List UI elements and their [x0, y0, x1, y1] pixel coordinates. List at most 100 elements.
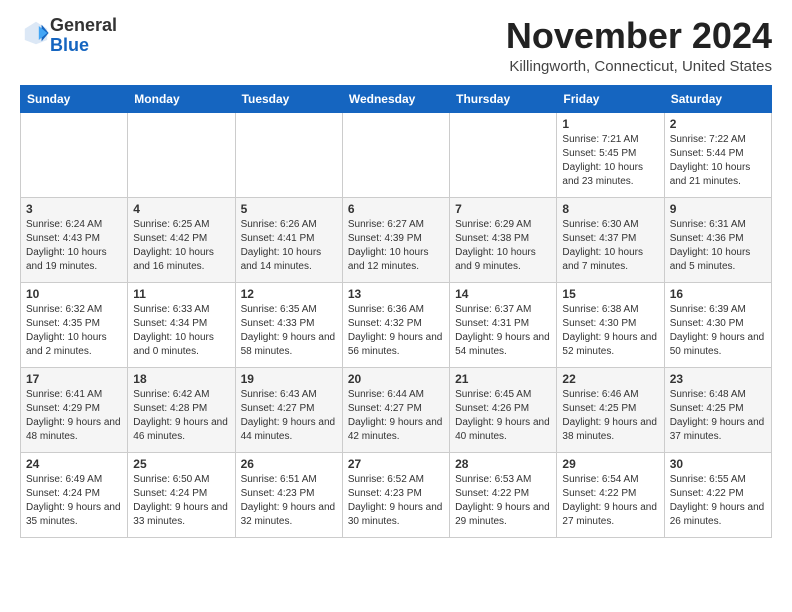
- day-number: 4: [133, 202, 229, 216]
- day-header-monday: Monday: [128, 85, 235, 112]
- calendar-week-row: 1 Sunrise: 7:21 AMSunset: 5:45 PMDaylight…: [21, 112, 772, 197]
- day-info: Sunrise: 6:43 AMSunset: 4:27 PMDaylight:…: [241, 388, 337, 444]
- calendar-cell: 2Sunrise: 7:22 AMSunset: 5:44 PMDaylight…: [664, 112, 771, 197]
- day-info: Sunrise: 6:45 AMSunset: 4:26 PMDaylight:…: [455, 388, 551, 444]
- day-header-saturday: Saturday: [664, 85, 771, 112]
- day-info: Sunrise: 7:21 AMSunset: 5:45 PMDaylight:…: [562, 133, 658, 189]
- logo-icon: [22, 19, 50, 47]
- day-info: Sunrise: 6:55 AMSunset: 4:22 PMDaylight:…: [670, 473, 766, 529]
- title-area: November 2024 Killingworth, Connecticut,…: [506, 16, 772, 75]
- calendar-cell: 23 Sunrise: 6:48 AMSunset: 4:25 PMDayligh…: [664, 367, 771, 452]
- day-number: 28: [455, 457, 551, 471]
- day-number: 2: [670, 117, 766, 131]
- calendar-cell: 29 Sunrise: 6:54 AMSunset: 4:22 PMDayligh…: [557, 452, 664, 537]
- day-info: Sunrise: 6:25 AMSunset: 4:42 PMDaylight:…: [133, 218, 229, 274]
- day-info: Sunrise: 6:48 AMSunset: 4:25 PMDaylight:…: [670, 388, 766, 444]
- calendar-cell: 25 Sunrise: 6:50 AMSunset: 4:24 PMDayligh…: [128, 452, 235, 537]
- calendar-cell: [450, 112, 557, 197]
- day-number: 18: [133, 372, 229, 386]
- month-title: November 2024: [506, 16, 772, 56]
- calendar-cell: 12 Sunrise: 6:35 AMSunset: 4:33 PMDayligh…: [235, 282, 342, 367]
- calendar-cell: 4 Sunrise: 6:25 AMSunset: 4:42 PMDaylight…: [128, 197, 235, 282]
- calendar-cell: [21, 112, 128, 197]
- calendar-cell: [342, 112, 449, 197]
- day-number: 29: [562, 457, 658, 471]
- calendar-week-row: 24 Sunrise: 6:49 AMSunset: 4:24 PMDayligh…: [21, 452, 772, 537]
- calendar-cell: 18 Sunrise: 6:42 AMSunset: 4:28 PMDayligh…: [128, 367, 235, 452]
- day-number: 26: [241, 457, 337, 471]
- day-number: 20: [348, 372, 444, 386]
- day-info: Sunrise: 6:27 AMSunset: 4:39 PMDaylight:…: [348, 218, 444, 274]
- day-number: 19: [241, 372, 337, 386]
- day-number: 21: [455, 372, 551, 386]
- day-info: Sunrise: 6:29 AMSunset: 4:38 PMDaylight:…: [455, 218, 551, 274]
- day-info: Sunrise: 6:36 AMSunset: 4:32 PMDaylight:…: [348, 303, 444, 359]
- calendar-cell: 27Sunrise: 6:52 AMSunset: 4:23 PMDayligh…: [342, 452, 449, 537]
- calendar-week-row: 10Sunrise: 6:32 AMSunset: 4:35 PMDayligh…: [21, 282, 772, 367]
- day-info: Sunrise: 6:24 AMSunset: 4:43 PMDaylight:…: [26, 218, 122, 274]
- calendar-cell: 26 Sunrise: 6:51 AMSunset: 4:23 PMDayligh…: [235, 452, 342, 537]
- calendar-week-row: 17Sunrise: 6:41 AMSunset: 4:29 PMDayligh…: [21, 367, 772, 452]
- day-info: Sunrise: 6:54 AMSunset: 4:22 PMDaylight:…: [562, 473, 658, 529]
- day-number: 30: [670, 457, 766, 471]
- calendar-cell: 22Sunrise: 6:46 AMSunset: 4:25 PMDayligh…: [557, 367, 664, 452]
- calendar-cell: 28Sunrise: 6:53 AMSunset: 4:22 PMDayligh…: [450, 452, 557, 537]
- day-number: 22: [562, 372, 658, 386]
- day-number: 1: [562, 117, 658, 131]
- day-info: Sunrise: 6:49 AMSunset: 4:24 PMDaylight:…: [26, 473, 122, 529]
- day-number: 11: [133, 287, 229, 301]
- logo: General Blue: [20, 16, 117, 56]
- day-info: Sunrise: 6:31 AMSunset: 4:36 PMDaylight:…: [670, 218, 766, 274]
- calendar-header-row: SundayMondayTuesdayWednesdayThursdayFrid…: [21, 85, 772, 112]
- calendar-cell: 15 Sunrise: 6:38 AMSunset: 4:30 PMDayligh…: [557, 282, 664, 367]
- day-info: Sunrise: 6:37 AMSunset: 4:31 PMDaylight:…: [455, 303, 551, 359]
- day-header-friday: Friday: [557, 85, 664, 112]
- calendar-cell: 30 Sunrise: 6:55 AMSunset: 4:22 PMDayligh…: [664, 452, 771, 537]
- calendar-table: SundayMondayTuesdayWednesdayThursdayFrid…: [20, 85, 772, 538]
- day-number: 9: [670, 202, 766, 216]
- calendar-cell: 19 Sunrise: 6:43 AMSunset: 4:27 PMDayligh…: [235, 367, 342, 452]
- day-info: Sunrise: 6:35 AMSunset: 4:33 PMDaylight:…: [241, 303, 337, 359]
- day-info: Sunrise: 6:39 AMSunset: 4:30 PMDaylight:…: [670, 303, 766, 359]
- day-info: Sunrise: 6:38 AMSunset: 4:30 PMDaylight:…: [562, 303, 658, 359]
- day-number: 23: [670, 372, 766, 386]
- day-number: 12: [241, 287, 337, 301]
- calendar-cell: 14 Sunrise: 6:37 AMSunset: 4:31 PMDayligh…: [450, 282, 557, 367]
- calendar-cell: 20 Sunrise: 6:44 AMSunset: 4:27 PMDayligh…: [342, 367, 449, 452]
- calendar-week-row: 3Sunrise: 6:24 AMSunset: 4:43 PMDaylight…: [21, 197, 772, 282]
- day-number: 5: [241, 202, 337, 216]
- day-info: Sunrise: 6:33 AMSunset: 4:34 PMDaylight:…: [133, 303, 229, 359]
- day-number: 15: [562, 287, 658, 301]
- day-number: 6: [348, 202, 444, 216]
- calendar-cell: 6 Sunrise: 6:27 AMSunset: 4:39 PMDaylight…: [342, 197, 449, 282]
- day-number: 8: [562, 202, 658, 216]
- day-info: Sunrise: 6:26 AMSunset: 4:41 PMDaylight:…: [241, 218, 337, 274]
- day-number: 24: [26, 457, 122, 471]
- calendar-cell: 10Sunrise: 6:32 AMSunset: 4:35 PMDayligh…: [21, 282, 128, 367]
- day-info: Sunrise: 6:30 AMSunset: 4:37 PMDaylight:…: [562, 218, 658, 274]
- calendar-cell: [235, 112, 342, 197]
- calendar-cell: 16 Sunrise: 6:39 AMSunset: 4:30 PMDayligh…: [664, 282, 771, 367]
- day-info: Sunrise: 6:50 AMSunset: 4:24 PMDaylight:…: [133, 473, 229, 529]
- location-title: Killingworth, Connecticut, United States: [506, 58, 772, 75]
- calendar-cell: 8 Sunrise: 6:30 AMSunset: 4:37 PMDaylight…: [557, 197, 664, 282]
- calendar-cell: 5 Sunrise: 6:26 AMSunset: 4:41 PMDaylight…: [235, 197, 342, 282]
- day-info: Sunrise: 6:41 AMSunset: 4:29 PMDaylight:…: [26, 388, 122, 444]
- day-info: Sunrise: 6:44 AMSunset: 4:27 PMDaylight:…: [348, 388, 444, 444]
- day-number: 14: [455, 287, 551, 301]
- day-header-tuesday: Tuesday: [235, 85, 342, 112]
- logo-text: General Blue: [50, 16, 117, 56]
- day-number: 16: [670, 287, 766, 301]
- calendar-cell: 11 Sunrise: 6:33 AMSunset: 4:34 PMDayligh…: [128, 282, 235, 367]
- day-number: 10: [26, 287, 122, 301]
- calendar-cell: 17Sunrise: 6:41 AMSunset: 4:29 PMDayligh…: [21, 367, 128, 452]
- day-info: Sunrise: 6:51 AMSunset: 4:23 PMDaylight:…: [241, 473, 337, 529]
- day-number: 13: [348, 287, 444, 301]
- day-number: 25: [133, 457, 229, 471]
- calendar-body: 1 Sunrise: 7:21 AMSunset: 5:45 PMDaylight…: [21, 112, 772, 537]
- day-info: Sunrise: 6:42 AMSunset: 4:28 PMDaylight:…: [133, 388, 229, 444]
- calendar-cell: 24 Sunrise: 6:49 AMSunset: 4:24 PMDayligh…: [21, 452, 128, 537]
- day-info: Sunrise: 6:52 AMSunset: 4:23 PMDaylight:…: [348, 473, 444, 529]
- calendar-cell: 3Sunrise: 6:24 AMSunset: 4:43 PMDaylight…: [21, 197, 128, 282]
- day-header-wednesday: Wednesday: [342, 85, 449, 112]
